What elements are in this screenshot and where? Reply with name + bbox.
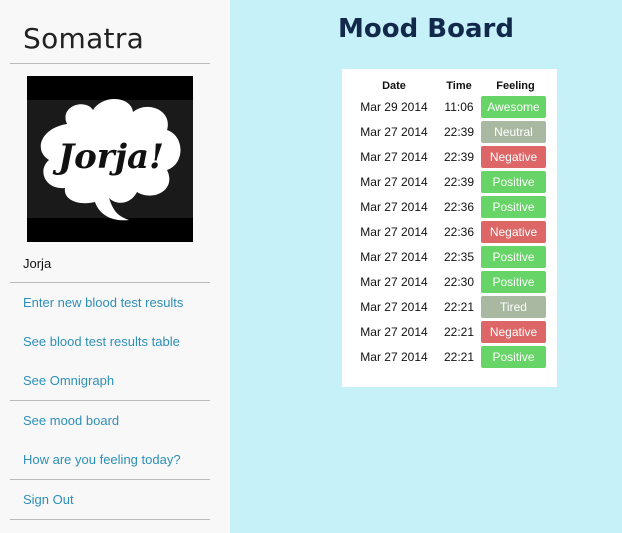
nav-link-blood-test-table[interactable]: See blood test results table — [23, 334, 180, 349]
table-row: Mar 27 2014 22:39 Positive — [348, 169, 553, 194]
nav-link-feeling-today[interactable]: How are you feeling today? — [23, 452, 181, 467]
avatar-text: Jorja! — [52, 137, 164, 177]
table-row: Mar 29 2014 11:06 Awesome — [348, 94, 553, 119]
table-row: Mar 27 2014 22:39 Neutral — [348, 119, 553, 144]
nav-link-enter-blood-test[interactable]: Enter new blood test results — [23, 295, 183, 310]
mood-date: Mar 27 2014 — [360, 174, 428, 189]
feeling-badge: Positive — [481, 345, 546, 368]
mood-feeling-cell: Awesome — [478, 94, 553, 119]
table-row: Mar 27 2014 22:21 Tired — [348, 294, 553, 319]
mood-feeling-cell: Negative — [478, 319, 553, 344]
feeling-badge: Positive — [481, 270, 546, 293]
feeling-badge: Negative — [481, 220, 546, 243]
mood-date: Mar 27 2014 — [360, 274, 428, 289]
mood-feeling-cell: Negative — [478, 144, 553, 169]
table-row: Mar 27 2014 22:21 Positive — [348, 344, 553, 369]
nav-link-omnigraph[interactable]: See Omnigraph — [23, 373, 114, 388]
feeling-badge: Positive — [481, 170, 546, 193]
mood-time: 22:39 — [443, 149, 475, 164]
mood-date: Mar 27 2014 — [360, 299, 428, 314]
divider — [10, 400, 210, 401]
mood-date: Mar 27 2014 — [360, 249, 428, 264]
mood-feeling-cell: Neutral — [478, 119, 553, 144]
divider — [10, 282, 210, 283]
mood-feeling-cell: Tired — [478, 294, 553, 319]
page-title: Mood Board — [338, 14, 514, 44]
mood-date: Mar 29 2014 — [360, 99, 428, 114]
nav-link-mood-board[interactable]: See mood board — [23, 413, 119, 428]
feeling-badge: Negative — [481, 145, 546, 168]
table-row: Mar 27 2014 22:35 Positive — [348, 244, 553, 269]
mood-time: 22:36 — [443, 224, 475, 239]
mood-time: 22:36 — [443, 199, 475, 214]
mood-date: Mar 27 2014 — [360, 224, 428, 239]
mood-time: 22:21 — [443, 299, 475, 314]
mood-table: Date Time Feeling Mar 29 2014 11:06 Awesom… — [348, 79, 553, 369]
mood-table-body: Mar 29 2014 11:06 Awesome Mar 27 2014 22:39 N… — [348, 94, 553, 369]
column-header-date: Date — [382, 80, 406, 92]
feeling-badge: Negative — [481, 320, 546, 343]
mood-feeling-cell: Positive — [478, 244, 553, 269]
table-row: Mar 27 2014 22:39 Negative — [348, 144, 553, 169]
mood-feeling-cell: Positive — [478, 344, 553, 369]
mood-date: Mar 27 2014 — [360, 349, 428, 364]
table-row: Mar 27 2014 22:30 Positive — [348, 269, 553, 294]
column-header-feeling: Feeling — [496, 80, 535, 92]
mood-time: 11:06 — [444, 99, 474, 114]
mood-date: Mar 27 2014 — [360, 199, 428, 214]
table-row: Mar 27 2014 22:21 Negative — [348, 319, 553, 344]
feeling-badge: Neutral — [481, 120, 546, 143]
brand-title: Somatra — [23, 22, 145, 55]
table-row: Mar 27 2014 22:36 Negative — [348, 219, 553, 244]
mood-time: 22:39 — [443, 174, 475, 189]
mood-time: 22:35 — [443, 249, 475, 264]
sign-out-link[interactable]: Sign Out — [23, 492, 74, 507]
divider — [10, 63, 210, 64]
mood-date: Mar 27 2014 — [360, 124, 428, 139]
mood-time: 22:21 — [443, 349, 475, 364]
table-row: Mar 27 2014 22:36 Positive — [348, 194, 553, 219]
feeling-badge: Positive — [481, 245, 546, 268]
mood-time: 22:30 — [443, 274, 475, 289]
feeling-badge: Positive — [481, 195, 546, 218]
column-header-time: Time — [446, 80, 472, 92]
feeling-badge: Tired — [481, 295, 546, 318]
mood-feeling-cell: Positive — [478, 194, 553, 219]
feeling-badge: Awesome — [481, 95, 546, 118]
divider — [10, 519, 210, 520]
mood-feeling-cell: Positive — [478, 269, 553, 294]
username: Jorja — [23, 256, 52, 271]
mood-time: 22:39 — [443, 124, 475, 139]
divider — [10, 479, 210, 480]
mood-date: Mar 27 2014 — [360, 324, 428, 339]
table-header-row: Date Time Feeling — [348, 79, 553, 94]
sidebar: Somatra Jorja! Jorja Enter new blood tes… — [0, 0, 230, 533]
mood-feeling-cell: Negative — [478, 219, 553, 244]
mood-time: 22:21 — [443, 324, 475, 339]
mood-date: Mar 27 2014 — [360, 149, 428, 164]
mood-feeling-cell: Positive — [478, 169, 553, 194]
avatar: Jorja! — [27, 76, 193, 242]
mood-table-card: Date Time Feeling Mar 29 2014 11:06 Awesom… — [342, 69, 557, 387]
